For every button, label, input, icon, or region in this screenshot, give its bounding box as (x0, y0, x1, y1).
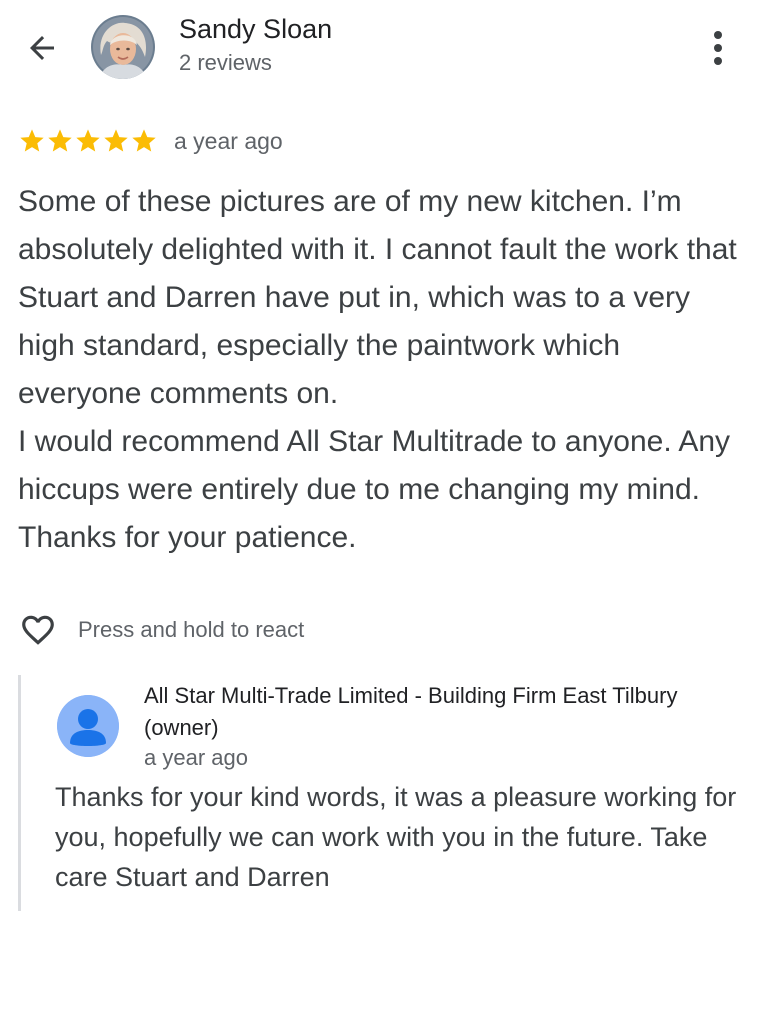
review-text: Some of these pictures are of my new kit… (18, 178, 748, 562)
react-button[interactable]: Press and hold to react (18, 608, 304, 652)
review-time: a year ago (174, 127, 283, 154)
more-vert-icon (714, 31, 722, 65)
heart-outline-icon (22, 615, 54, 645)
back-button[interactable] (20, 26, 64, 70)
review-paragraph: Some of these pictures are of my new kit… (18, 185, 737, 410)
reviewer-avatar[interactable] (91, 15, 155, 79)
default-person-icon (57, 695, 119, 757)
react-hint-label: Press and hold to react (78, 617, 305, 642)
star-icon (104, 129, 128, 152)
star-icon (132, 129, 156, 152)
star-icon (76, 129, 100, 152)
owner-name: All Star Multi-Trade Limited - Building … (144, 683, 678, 740)
owner-reply-time: a year ago (144, 745, 248, 770)
more-options-button[interactable] (700, 26, 736, 70)
reviewer-review-count[interactable]: 2 reviews (179, 50, 272, 76)
reviewer-name[interactable]: Sandy Sloan (179, 14, 332, 45)
review-paragraph: I would recommend All Star Multitrade to… (18, 425, 731, 554)
star-icon (48, 129, 72, 152)
arrow-back-icon (30, 36, 54, 60)
rating-row: a year ago (18, 124, 283, 158)
owner-avatar (57, 695, 119, 757)
owner-reply-text: Thanks for your kind words, it was a ple… (55, 782, 737, 892)
star-rating (18, 127, 158, 155)
star-icon (20, 129, 44, 152)
review-header: Sandy Sloan 2 reviews (0, 0, 768, 100)
owner-reply: All Star Multi-Trade Limited - Building … (18, 675, 751, 911)
profile-photo (91, 15, 155, 79)
